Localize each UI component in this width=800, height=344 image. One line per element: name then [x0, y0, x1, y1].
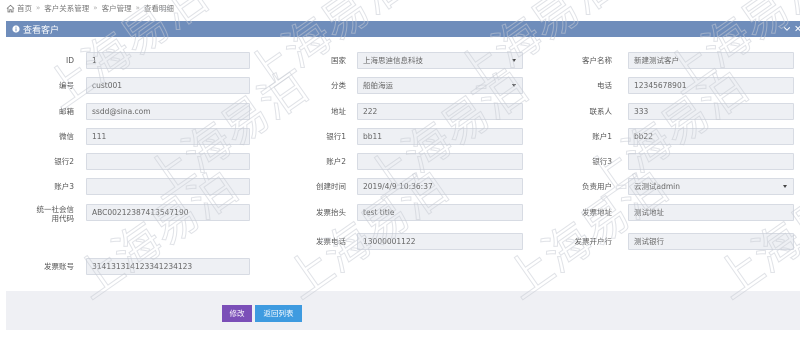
edit-button[interactable]: 修改: [222, 305, 252, 322]
breadcrumb-crm[interactable]: 客户关系管理: [44, 3, 89, 14]
label-address: 地址: [331, 107, 346, 116]
label-bank2: 银行2: [54, 157, 74, 166]
label-code: 编号: [59, 81, 74, 90]
label-bank3: 银行3: [592, 157, 612, 166]
customer-name-field[interactable]: 新建测试客户: [628, 52, 794, 69]
account1-field[interactable]: bb22: [628, 128, 794, 145]
breadcrumb: 首页 » 客户关系管理 » 客户管理 » 查看明细: [6, 3, 177, 13]
label-bank1: 银行1: [326, 132, 346, 141]
contact-field[interactable]: 333: [628, 103, 794, 120]
breadcrumb-separator: »: [135, 4, 140, 12]
label-phone: 电话: [597, 81, 612, 90]
id-field[interactable]: 1: [86, 52, 250, 69]
breadcrumb-current: 查看明细: [143, 3, 174, 13]
label-category: 分类: [331, 81, 346, 90]
breadcrumb-home[interactable]: 首页: [17, 3, 32, 14]
region-select[interactable]: 上海思迪信息科技: [357, 52, 523, 69]
wechat-field[interactable]: 111: [86, 128, 250, 145]
account3-field[interactable]: [86, 178, 250, 195]
info-icon: [12, 25, 20, 33]
close-icon[interactable]: [794, 24, 800, 33]
breadcrumb-customer-management[interactable]: 客户管理: [102, 3, 132, 14]
address-field[interactable]: 222: [357, 103, 523, 120]
label-invoice-account: 发票账号: [44, 262, 74, 271]
label-account2: 账户2: [326, 157, 346, 166]
label-owner: 负责用户: [582, 182, 612, 191]
account2-field[interactable]: [357, 153, 523, 170]
invoice-title-field[interactable]: test title: [357, 204, 523, 221]
email-field[interactable]: ssdd@sina.com: [86, 103, 250, 120]
home-icon[interactable]: [6, 4, 15, 13]
bank1-field[interactable]: bb11: [357, 128, 523, 145]
breadcrumb-separator: »: [93, 4, 98, 12]
owner-select[interactable]: 云测试admin: [628, 178, 794, 195]
invoice-address-field[interactable]: 测试地址: [628, 204, 794, 221]
phone-field[interactable]: 12345678901: [628, 77, 794, 94]
label-email: 邮箱: [59, 107, 74, 116]
code-field[interactable]: cust001: [86, 77, 250, 94]
label-account1: 账户1: [592, 132, 612, 141]
panel-header: 查看客户: [6, 21, 800, 37]
label-credit-code: 统一社会信用代码: [36, 205, 75, 223]
invoice-account-field[interactable]: 314131314123341234123: [86, 258, 250, 275]
label-invoice-phone: 发票电话: [316, 237, 346, 246]
label-contact: 联系人: [589, 107, 613, 116]
label-invoice-title: 发票抬头: [316, 208, 346, 217]
form-footer: [6, 291, 800, 330]
label-customer-name: 客户名称: [582, 56, 612, 65]
category-select[interactable]: 船舶海运: [357, 77, 523, 94]
label-region: 国家: [331, 56, 346, 65]
label-id: ID: [66, 56, 74, 65]
label-invoice-bank: 发票开户行: [574, 237, 613, 246]
invoice-bank-field[interactable]: 测试银行: [628, 233, 794, 250]
created-at-field[interactable]: 2019/4/9 10:36:37: [357, 178, 523, 195]
label-wechat: 微信: [59, 132, 74, 141]
panel-title: 查看客户: [23, 25, 60, 36]
breadcrumb-separator: »: [36, 4, 41, 12]
bank3-field[interactable]: [628, 153, 794, 170]
chevron-down-icon[interactable]: [783, 25, 791, 33]
invoice-phone-field[interactable]: 13000001122: [357, 233, 523, 250]
label-invoice-address: 发票地址: [582, 208, 612, 217]
bank2-field[interactable]: [86, 153, 250, 170]
back-to-list-button[interactable]: 返回列表: [255, 305, 302, 322]
label-account3: 账户3: [54, 182, 74, 191]
credit-code-field[interactable]: ABC00212387413547190: [86, 204, 250, 221]
label-created-at: 创建时间: [316, 182, 346, 191]
